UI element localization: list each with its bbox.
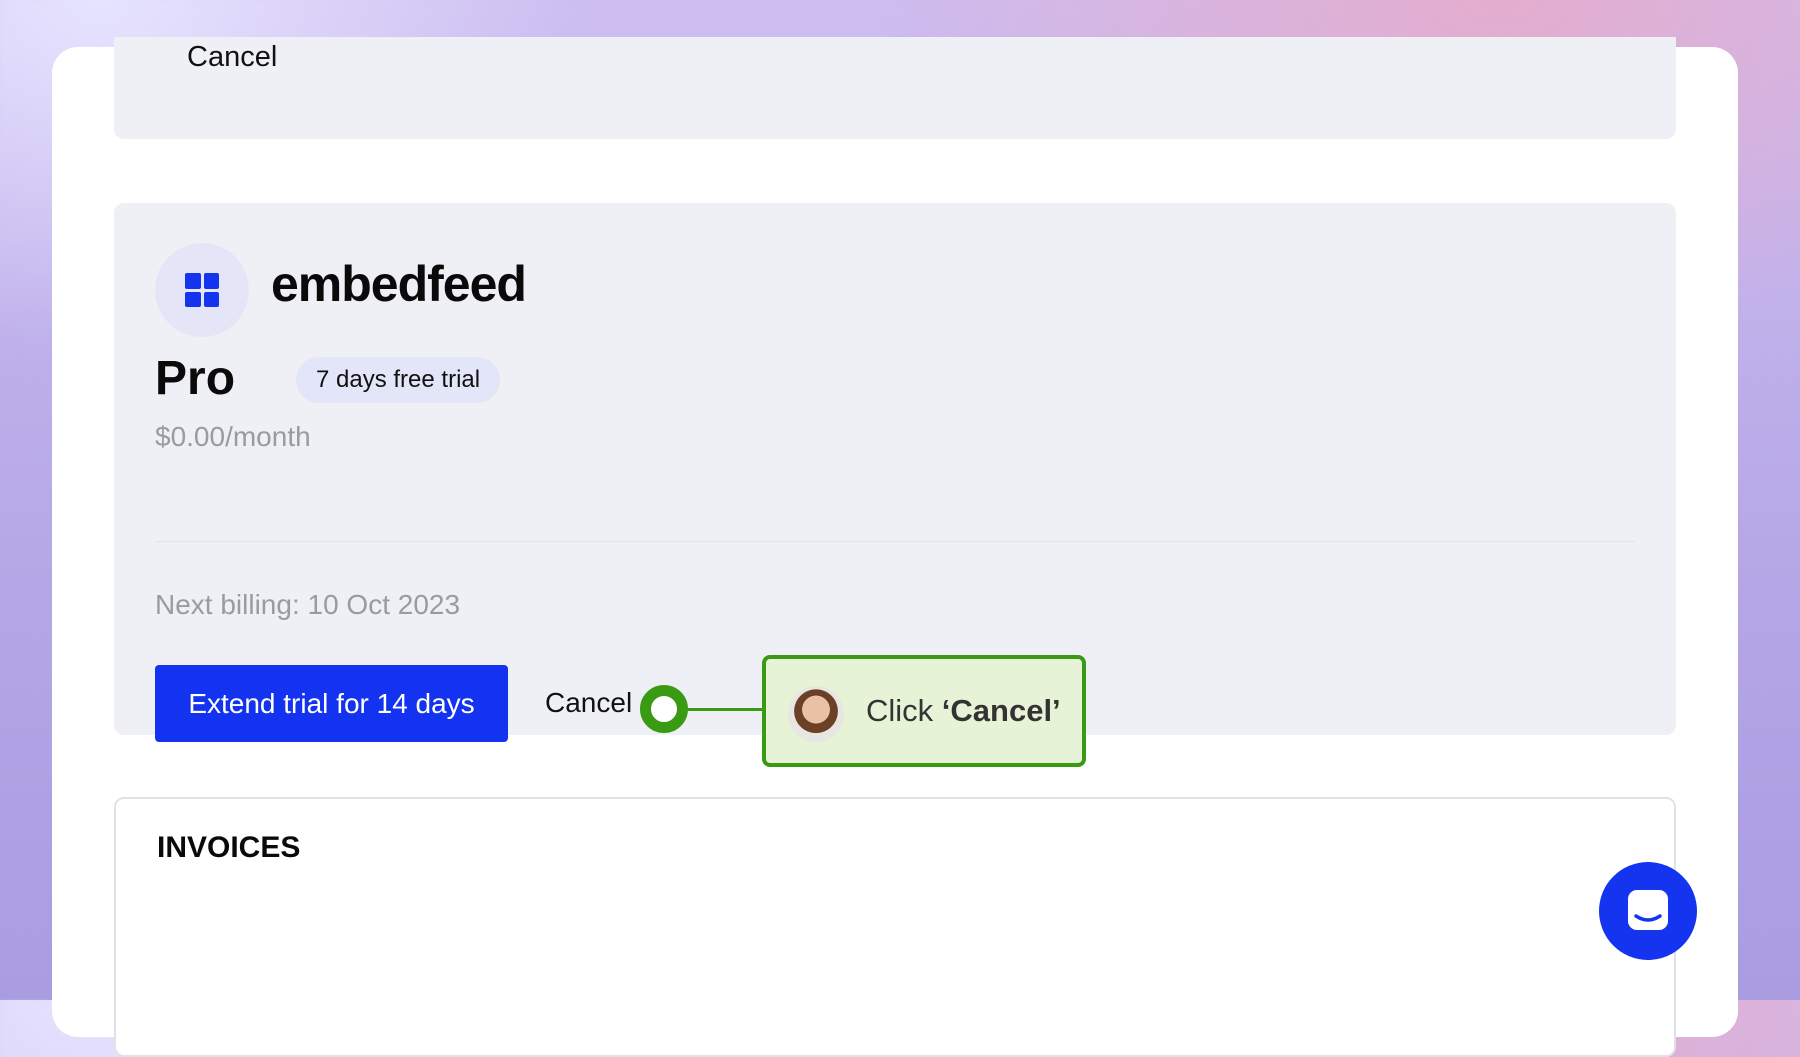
plan-name: Pro <box>155 352 236 405</box>
previous-subscription-card: Cancel <box>114 37 1676 139</box>
guide-avatar <box>788 686 844 742</box>
plan-price: $0.00/month <box>155 421 311 452</box>
grid-logo-icon <box>185 273 219 307</box>
next-billing-date: Next billing: 10 Oct 2023 <box>155 589 461 620</box>
chat-icon <box>1628 890 1668 930</box>
cancel-link-previous[interactable]: Cancel <box>187 41 277 74</box>
invoices-title: INVOICES <box>157 831 301 864</box>
chat-launcher-button[interactable] <box>1599 862 1697 960</box>
app-window: Cancel embedfeed Pro 7 days free trial $… <box>52 37 1738 1057</box>
trial-badge: 7 days free trial <box>296 357 501 403</box>
brand-logo <box>155 243 249 337</box>
cancel-subscription-link[interactable]: Cancel <box>545 687 632 719</box>
brand-name: embedfeed <box>271 256 527 312</box>
guide-tooltip-text: Click ‘Cancel’ <box>866 693 1061 729</box>
extend-trial-button[interactable]: Extend trial for 14 days <box>155 665 508 742</box>
guide-hotspot-icon[interactable] <box>640 685 688 733</box>
tooltip-target: ‘Cancel’ <box>941 693 1061 728</box>
invoices-card: INVOICES <box>114 797 1676 1057</box>
tooltip-prefix: Click <box>866 693 942 728</box>
divider <box>155 541 1635 542</box>
guide-connector <box>688 708 764 711</box>
guide-tooltip: Click ‘Cancel’ <box>762 655 1086 767</box>
subscription-card: embedfeed Pro 7 days free trial $0.00/mo… <box>114 203 1676 767</box>
